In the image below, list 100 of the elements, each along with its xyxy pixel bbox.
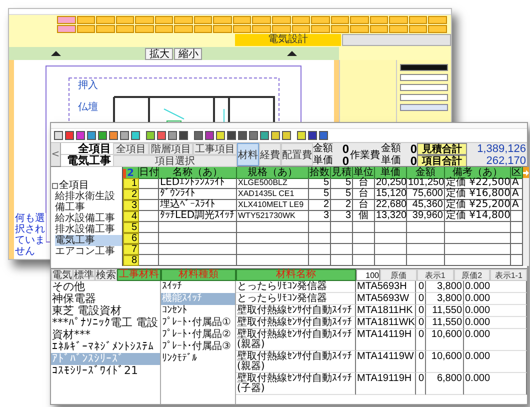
row-number[interactable]: 3 (123, 200, 139, 211)
tile-icon[interactable] (238, 131, 247, 140)
toolbar-button[interactable] (370, 16, 388, 24)
tree-item[interactable]: 全項目 (59, 180, 89, 191)
toolbar-button[interactable] (135, 16, 154, 24)
toolbar-button[interactable] (174, 16, 193, 24)
toolbar-button[interactable] (389, 16, 408, 24)
row-number[interactable]: 6 (123, 233, 139, 244)
toolbar-button[interactable] (213, 16, 232, 24)
scope-button[interactable]: 全項目 (113, 143, 149, 155)
toolbar-button[interactable] (350, 25, 369, 33)
column-header[interactable]: 規格（あ） (237, 167, 309, 179)
toolbar-button[interactable] (96, 25, 115, 33)
tile-icon[interactable] (54, 131, 63, 140)
toolbar-button[interactable] (370, 25, 388, 33)
tile-icon[interactable] (76, 131, 85, 140)
column-header[interactable]: 金額 (407, 167, 445, 179)
toolbar-button[interactable] (428, 25, 447, 33)
tile-icon[interactable] (249, 131, 258, 140)
toolbar-button[interactable] (272, 25, 291, 33)
color-field[interactable] (400, 64, 448, 71)
column-header[interactable]: 名称（あ） (159, 167, 237, 179)
input-field[interactable] (400, 74, 448, 81)
mode-button[interactable]: 標準 (73, 269, 95, 281)
tile-icon[interactable] (194, 131, 203, 140)
toolbar-button[interactable] (232, 25, 252, 33)
category-tab[interactable]: 配置費 (281, 143, 313, 166)
tile-icon[interactable] (297, 131, 306, 140)
column-header[interactable]: 日付 (139, 167, 159, 179)
row-number[interactable]: 5 (123, 222, 139, 233)
tile-icon[interactable] (319, 131, 328, 140)
tree-item[interactable]: 電気工事 (55, 235, 122, 246)
list-item[interactable]: ｺﾝｾﾝﾄ (161, 305, 235, 317)
list-item[interactable]: ｴﾈﾙｷﾞｰﾏﾈｼﾞﾒﾝﾄｼｽﾃﾑ (51, 341, 160, 353)
list-item[interactable]: ﾌﾟﾚｰﾄ･付属品③ (161, 341, 235, 353)
toolbar-button[interactable] (311, 25, 330, 33)
tile-icon[interactable] (282, 131, 291, 140)
tile-icon[interactable] (260, 131, 269, 140)
list-item[interactable]: ｺｽﾓｼﾘｰｽﾞﾜｲﾄﾞ21 (51, 365, 160, 377)
tree-item[interactable]: エアコン工事 (55, 246, 122, 257)
layer-button[interactable] (400, 104, 448, 111)
toolbar-button[interactable] (57, 25, 76, 33)
list-item[interactable]: ﾌﾟﾚｰﾄ･付属品② (161, 329, 235, 341)
tile-icon[interactable] (271, 131, 280, 140)
mode-button[interactable]: 電気 (51, 269, 73, 281)
toolbar-button[interactable] (252, 16, 272, 24)
toolbar-button[interactable] (408, 16, 428, 24)
toolbar-button[interactable] (135, 25, 154, 33)
toolbar-button[interactable] (116, 25, 134, 33)
tile-icon[interactable] (179, 131, 188, 140)
toolbar-button[interactable] (272, 16, 291, 24)
arrow-icon[interactable] (523, 167, 529, 179)
column-header[interactable]: 単位 (353, 167, 375, 179)
tree-item[interactable]: 排水設備工事 (55, 224, 122, 235)
column-header[interactable]: 単価 (375, 167, 407, 179)
row-number[interactable]: 4 (123, 211, 139, 222)
tile-icon[interactable] (120, 131, 129, 140)
back-button[interactable]: < (51, 143, 61, 166)
row-number[interactable]: 7 (123, 244, 139, 255)
toolbar-button[interactable] (174, 25, 193, 33)
list-item[interactable]: ﾌﾟﾚｰﾄ･付属品① (161, 317, 235, 329)
toolbar-button[interactable] (76, 16, 96, 24)
quantity-field[interactable]: 100 (356, 269, 380, 281)
list-item[interactable]: その他 (51, 281, 160, 293)
list-item[interactable]: ﾘﾝｸﾓﾃﾞﾙ (161, 353, 235, 365)
column-header[interactable]: 見積 (331, 167, 353, 179)
toolbar-button[interactable] (194, 16, 212, 24)
row-number[interactable]: 8 (123, 255, 139, 266)
tile-icon[interactable] (87, 131, 96, 140)
price-button[interactable]: 表示1 (416, 269, 454, 281)
tile-icon[interactable] (157, 131, 166, 140)
toolbar-button[interactable] (96, 16, 115, 24)
toolbar-button[interactable] (213, 25, 232, 33)
toolbar-button[interactable] (330, 25, 350, 33)
collapse-icon[interactable] (52, 182, 58, 188)
tree-item[interactable]: 給排水衛生設備工事 (55, 191, 122, 213)
tile-icon[interactable] (98, 131, 107, 140)
tile-icon[interactable] (308, 131, 317, 140)
toolbar-button[interactable] (154, 25, 174, 33)
toolbar-button[interactable] (428, 16, 447, 24)
row-number[interactable]: 2 (123, 189, 139, 200)
tile-icon[interactable] (109, 131, 118, 140)
scope-button[interactable]: 工事項目 (193, 143, 237, 155)
list-item[interactable]: ｽｲｯﾁ (161, 281, 235, 293)
input-field[interactable] (400, 94, 448, 101)
tile-icon[interactable] (168, 131, 177, 140)
tree-item[interactable]: 給水設備工事 (55, 213, 122, 224)
sheet-tab[interactable] (342, 34, 451, 46)
toolbar-button[interactable] (389, 25, 408, 33)
toolbar-button[interactable] (57, 16, 76, 24)
tile-icon[interactable] (227, 131, 236, 140)
toolbar-button[interactable] (350, 16, 369, 24)
toolbar-button[interactable] (330, 16, 350, 24)
tile-icon[interactable] (131, 131, 140, 140)
sheet-tab[interactable]: 電気設計 (235, 34, 341, 46)
list-item[interactable]: ***ﾊﾟﾅｿﾆｯｸ電工 電設資材*** (51, 317, 160, 341)
column-header[interactable]: 区 (511, 167, 523, 179)
input-field[interactable] (400, 84, 448, 91)
toolbar-button[interactable] (116, 16, 134, 24)
toolbar-button[interactable] (232, 16, 252, 24)
